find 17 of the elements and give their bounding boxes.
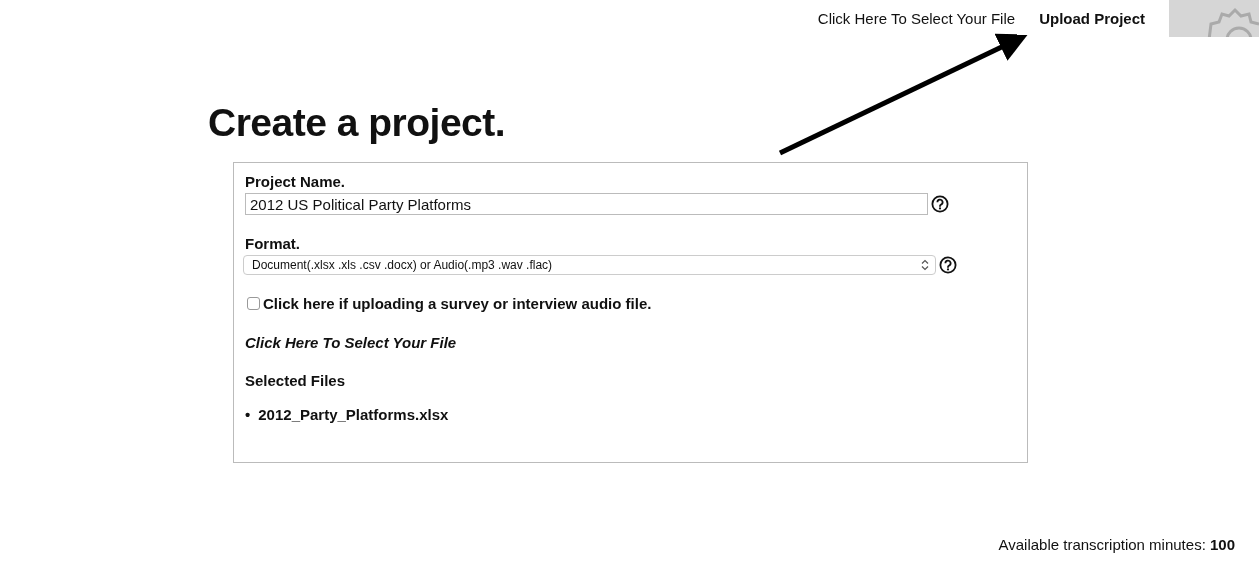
section-title: Selected Files (245, 372, 347, 389)
help-icon[interactable] (939, 256, 957, 274)
checkbox[interactable] (247, 297, 260, 310)
project-name-field[interactable]: 2012 US Political Party Platforms (245, 193, 928, 215)
transcription-minutes: Available transcription minutes: 100 (998, 536, 1235, 553)
dropdown-arrows-icon (921, 259, 929, 271)
help-icon[interactable] (931, 195, 949, 213)
nav-link[interactable]: Click Here To Select Your File (817, 10, 1016, 27)
checkbox-label: Click here if uploading a survey or interview audio file. (263, 295, 652, 312)
format-dropdown[interactable]: Document(.xlsx .xls .csv .docx) or Audio(.mp3 .wav .flac) (243, 255, 936, 275)
page-title: Create a project. (208, 100, 507, 146)
file-name: 2012_Party_Platforms.xlsx (258, 405, 449, 425)
field-label: Format. (245, 235, 301, 252)
nav-link[interactable]: Upload Project (1039, 10, 1145, 27)
select-file-link[interactable]: Click Here To Select Your File (245, 334, 457, 351)
bullet: • (245, 405, 251, 425)
field-label: Project Name. (245, 173, 347, 190)
